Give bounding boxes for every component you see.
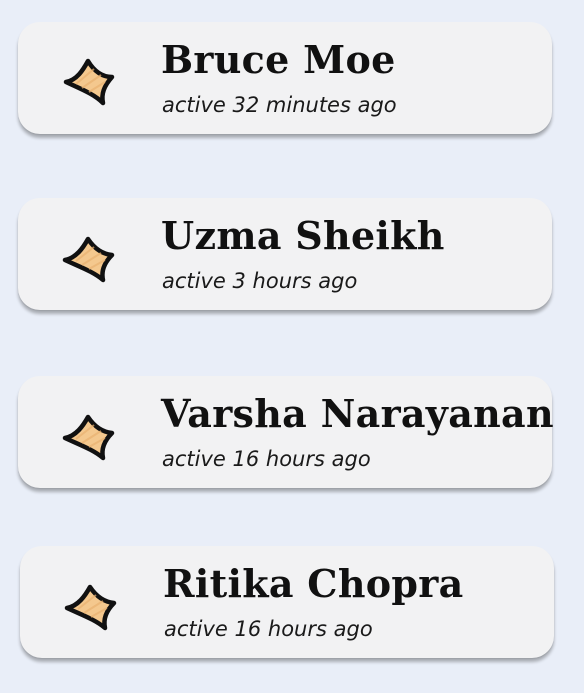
user-card-uzma-sheikh[interactable]: Uzma Sheikh active 3 hours ago [18, 198, 552, 310]
star-sketch-icon [58, 409, 120, 461]
user-name: Bruce Moe [161, 37, 396, 82]
user-card-ritika-chopra[interactable]: Ritika Chopra active 16 hours ago [20, 546, 554, 658]
user-status: active 16 hours ago [162, 447, 371, 471]
star-sketch-icon [58, 55, 120, 107]
user-card-varsha-narayanan[interactable]: Varsha Narayanan active 16 hours ago [18, 376, 554, 488]
user-card-bruce-moe[interactable]: Bruce Moe active 32 minutes ago [18, 22, 552, 134]
user-name: Varsha Narayanan [161, 391, 554, 436]
star-sketch-icon [58, 231, 120, 283]
user-status: active 3 hours ago [162, 269, 358, 293]
user-name: Uzma Sheikh [161, 213, 445, 258]
star-sketch-icon [60, 579, 122, 631]
user-status: active 16 hours ago [164, 617, 373, 641]
user-name: Ritika Chopra [163, 561, 464, 606]
user-status: active 32 minutes ago [162, 93, 397, 117]
